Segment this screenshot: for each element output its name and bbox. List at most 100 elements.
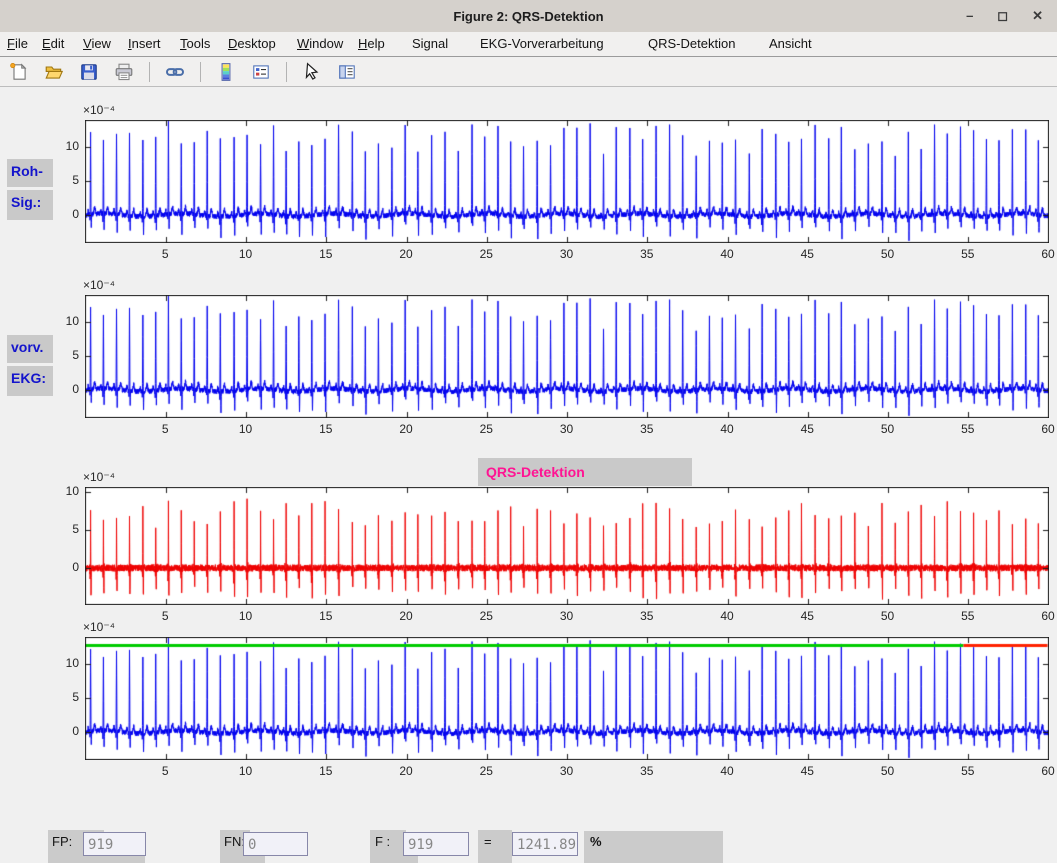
y-tick-label: 10 bbox=[47, 484, 79, 498]
x-tick-label: 40 bbox=[710, 247, 744, 261]
titlebar: Figure 2: QRS-Detektion – ◻ ✕ bbox=[0, 0, 1057, 33]
menu-desktop[interactable]: Desktop bbox=[228, 36, 276, 51]
vorverarbeitetes-ekg-canvas[interactable] bbox=[85, 295, 1049, 418]
equals-label: = bbox=[484, 834, 492, 849]
minimize-icon[interactable]: – bbox=[966, 0, 973, 32]
fn-field[interactable] bbox=[243, 832, 308, 856]
open-file-icon[interactable] bbox=[42, 60, 66, 84]
ratio-field[interactable] bbox=[512, 832, 578, 856]
x-tick-label: 50 bbox=[871, 764, 905, 778]
x-tick-label: 30 bbox=[550, 764, 584, 778]
window-title: Figure 2: QRS-Detektion bbox=[0, 9, 1057, 24]
close-icon[interactable]: ✕ bbox=[1032, 0, 1043, 32]
y-tick-label: 0 bbox=[47, 382, 79, 396]
y-tick-label: 5 bbox=[47, 690, 79, 704]
figure-window: Roh- Sig.: vorv. EKG: QRS-Detektion FP: … bbox=[0, 0, 1057, 863]
x-tick-label: 15 bbox=[309, 247, 343, 261]
x-tick-label: 20 bbox=[389, 247, 423, 261]
y-tick-label: 10 bbox=[47, 314, 79, 328]
x-tick-label: 30 bbox=[550, 247, 584, 261]
menu-window[interactable]: Window bbox=[297, 36, 343, 51]
menu-ekg-vorverarbeitung[interactable]: EKG-Vorverarbeitung bbox=[480, 36, 604, 51]
y-axis-exponent-label: ×10⁻⁴ bbox=[83, 278, 115, 292]
toolbar-separator bbox=[149, 62, 150, 82]
x-tick-label: 10 bbox=[229, 764, 263, 778]
qrs-detektion-signal-canvas[interactable] bbox=[85, 487, 1049, 605]
x-tick-label: 30 bbox=[550, 422, 584, 436]
x-tick-label: 45 bbox=[790, 609, 824, 623]
edit-plot-icon[interactable] bbox=[300, 60, 324, 84]
y-tick-label: 5 bbox=[47, 173, 79, 187]
menu-signal[interactable]: Signal bbox=[412, 36, 448, 51]
x-tick-label: 35 bbox=[630, 764, 664, 778]
x-tick-label: 10 bbox=[229, 609, 263, 623]
menu-help[interactable]: Help bbox=[358, 36, 385, 51]
x-tick-label: 45 bbox=[790, 247, 824, 261]
toolbar bbox=[0, 58, 1057, 87]
x-tick-label: 35 bbox=[630, 422, 664, 436]
plot-detektion-mit-schwelle bbox=[85, 637, 1049, 760]
x-tick-label: 60 bbox=[1031, 247, 1057, 261]
new-figure-icon[interactable] bbox=[7, 60, 31, 84]
fn-label: FN: bbox=[224, 834, 245, 849]
menu-ansicht[interactable]: Ansicht bbox=[769, 36, 812, 51]
toolbar-separator bbox=[286, 62, 287, 82]
save-figure-icon[interactable] bbox=[77, 60, 101, 84]
y-tick-label: 0 bbox=[47, 560, 79, 574]
x-tick-label: 40 bbox=[710, 609, 744, 623]
y-axis-exponent-label: ×10⁻⁴ bbox=[83, 620, 115, 634]
qrs-detektion-title: QRS-Detektion bbox=[478, 458, 692, 486]
x-tick-label: 25 bbox=[469, 609, 503, 623]
x-tick-label: 15 bbox=[309, 764, 343, 778]
roh-signal-canvas[interactable] bbox=[85, 120, 1049, 243]
x-tick-label: 10 bbox=[229, 422, 263, 436]
insert-colorbar-icon[interactable] bbox=[214, 60, 238, 84]
x-tick-label: 45 bbox=[790, 422, 824, 436]
x-tick-label: 50 bbox=[871, 422, 905, 436]
x-tick-label: 5 bbox=[148, 764, 182, 778]
x-tick-label: 60 bbox=[1031, 609, 1057, 623]
x-tick-label: 55 bbox=[951, 422, 985, 436]
percent-label: % bbox=[590, 834, 602, 849]
x-tick-label: 30 bbox=[550, 609, 584, 623]
menu-tools[interactable]: Tools bbox=[180, 36, 210, 51]
equals-panel-fragment bbox=[478, 852, 512, 863]
print-figure-icon[interactable] bbox=[112, 60, 136, 84]
x-tick-label: 20 bbox=[389, 422, 423, 436]
x-tick-label: 5 bbox=[148, 609, 182, 623]
plot-vorverarbeitetes-ekg bbox=[85, 295, 1049, 418]
x-tick-label: 45 bbox=[790, 764, 824, 778]
y-tick-label: 10 bbox=[47, 139, 79, 153]
x-tick-label: 15 bbox=[309, 609, 343, 623]
y-tick-label: 10 bbox=[47, 656, 79, 670]
x-tick-label: 5 bbox=[148, 247, 182, 261]
x-tick-label: 55 bbox=[951, 247, 985, 261]
link-plot-icon[interactable] bbox=[163, 60, 187, 84]
insert-legend-icon[interactable] bbox=[249, 60, 273, 84]
toolbar-separator bbox=[200, 62, 201, 82]
fp-label: FP: bbox=[52, 834, 72, 849]
x-tick-label: 20 bbox=[389, 764, 423, 778]
x-tick-label: 10 bbox=[229, 247, 263, 261]
fp-field[interactable] bbox=[83, 832, 146, 856]
menu-qrs-detektion[interactable]: QRS-Detektion bbox=[648, 36, 735, 51]
detektion-mit-schwelle-canvas[interactable] bbox=[85, 637, 1049, 760]
maximize-icon[interactable]: ◻ bbox=[997, 0, 1008, 32]
property-editor-icon[interactable] bbox=[335, 60, 359, 84]
f-field[interactable] bbox=[403, 832, 469, 856]
x-tick-label: 55 bbox=[951, 609, 985, 623]
x-tick-label: 40 bbox=[710, 764, 744, 778]
x-tick-label: 35 bbox=[630, 247, 664, 261]
menu-view[interactable]: View bbox=[83, 36, 111, 51]
menu-insert[interactable]: Insert bbox=[128, 36, 161, 51]
menu-edit[interactable]: Edit bbox=[42, 36, 64, 51]
x-tick-label: 60 bbox=[1031, 422, 1057, 436]
x-tick-label: 50 bbox=[871, 609, 905, 623]
x-tick-label: 55 bbox=[951, 764, 985, 778]
menu-file[interactable]: File bbox=[7, 36, 28, 51]
x-tick-label: 25 bbox=[469, 247, 503, 261]
x-tick-label: 5 bbox=[148, 422, 182, 436]
x-tick-label: 15 bbox=[309, 422, 343, 436]
y-axis-exponent-label: ×10⁻⁴ bbox=[83, 470, 115, 484]
x-tick-label: 50 bbox=[871, 247, 905, 261]
